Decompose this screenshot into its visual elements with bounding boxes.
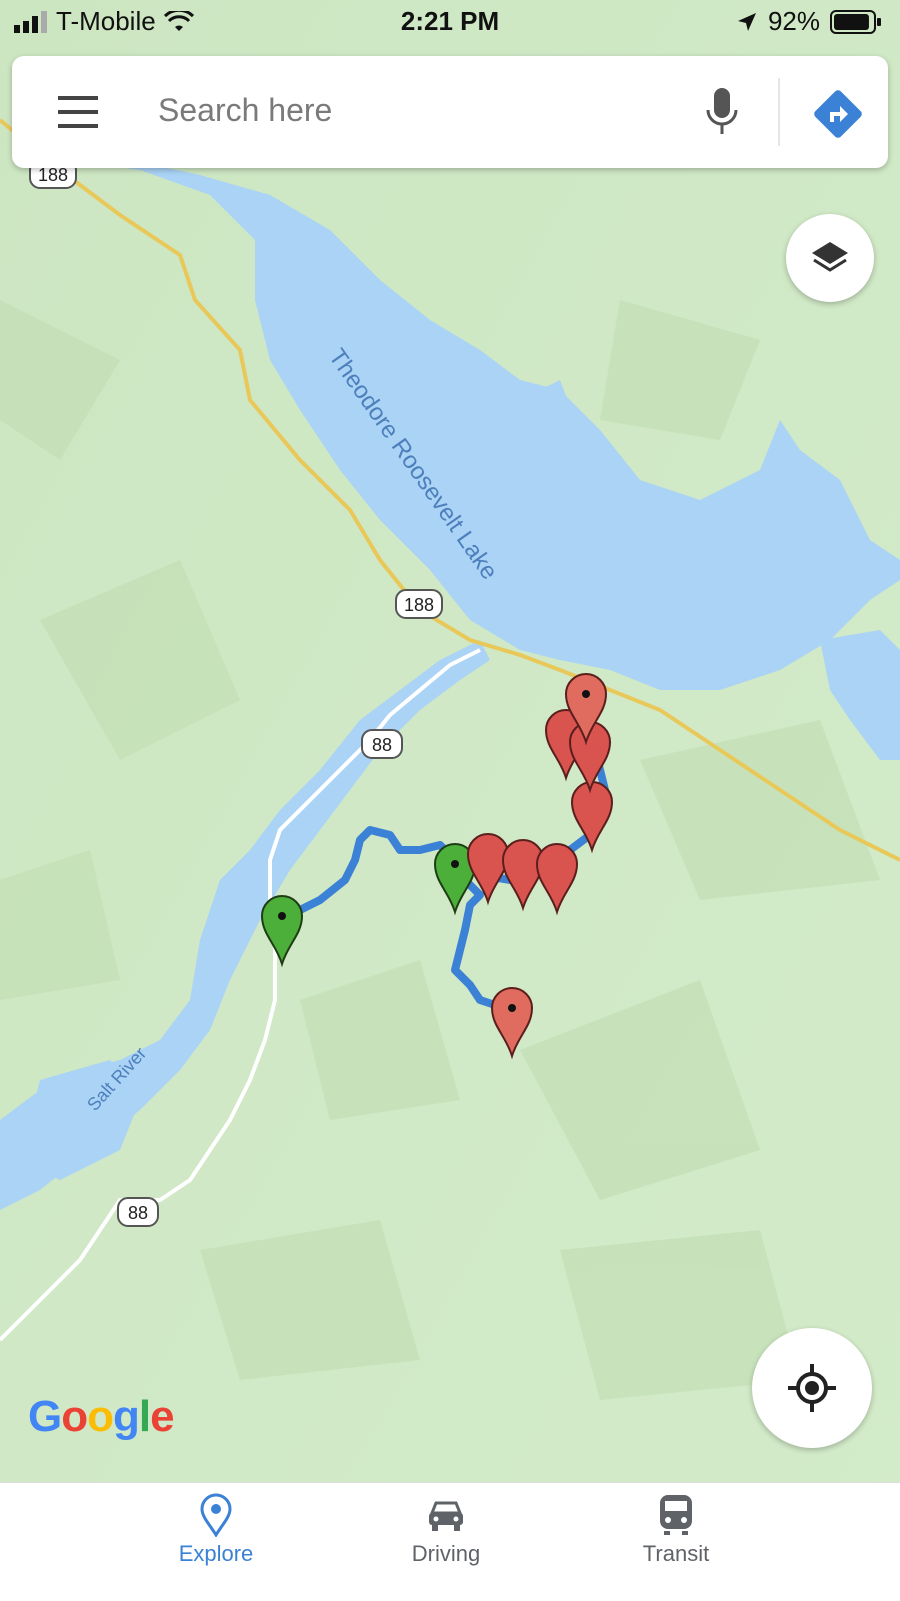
road-shield-188-mid-label: 188 [404, 595, 434, 615]
road-shield-88-mid-label: 88 [372, 735, 392, 755]
nav-driving[interactable]: Driving [346, 1493, 546, 1567]
search-input[interactable]: Search here [158, 92, 332, 129]
nav-driving-label: Driving [411, 1541, 481, 1566]
directions-icon[interactable] [810, 86, 866, 142]
my-location-icon [788, 1364, 836, 1412]
battery-icon [830, 9, 881, 34]
nav-transit-label: Transit [642, 1541, 710, 1566]
google-logo: Google [28, 1392, 175, 1441]
status-bar: T-Mobile 2:21 PM 92% [0, 0, 900, 48]
layers-icon [812, 242, 848, 272]
road-shield-88-bottom-label: 88 [128, 1203, 148, 1223]
menu-icon[interactable] [56, 92, 104, 132]
nav-transit[interactable]: Transit [576, 1493, 776, 1567]
bottom-navigation: Explore Driving Transit [0, 1482, 900, 1601]
explore-pin-icon [200, 1493, 232, 1537]
road-shield-188-mid: 188 [395, 589, 443, 619]
car-icon [429, 1501, 463, 1531]
layers-button[interactable] [786, 214, 874, 302]
road-shield-188-top-label: 188 [38, 165, 68, 185]
battery-percent: 92% [767, 6, 820, 36]
search-divider [778, 78, 780, 146]
road-shield-88-mid: 88 [361, 729, 403, 759]
nav-explore-label: Explore [178, 1541, 254, 1566]
nav-explore[interactable]: Explore [116, 1493, 316, 1567]
road-shield-88-bottom: 88 [117, 1197, 159, 1227]
train-icon [660, 1495, 692, 1535]
mic-icon[interactable] [702, 86, 742, 138]
my-location-button[interactable] [752, 1328, 872, 1448]
location-arrow-icon [737, 12, 756, 31]
search-bar[interactable]: Search here [12, 56, 888, 168]
status-right-group: 92% [736, 6, 882, 37]
